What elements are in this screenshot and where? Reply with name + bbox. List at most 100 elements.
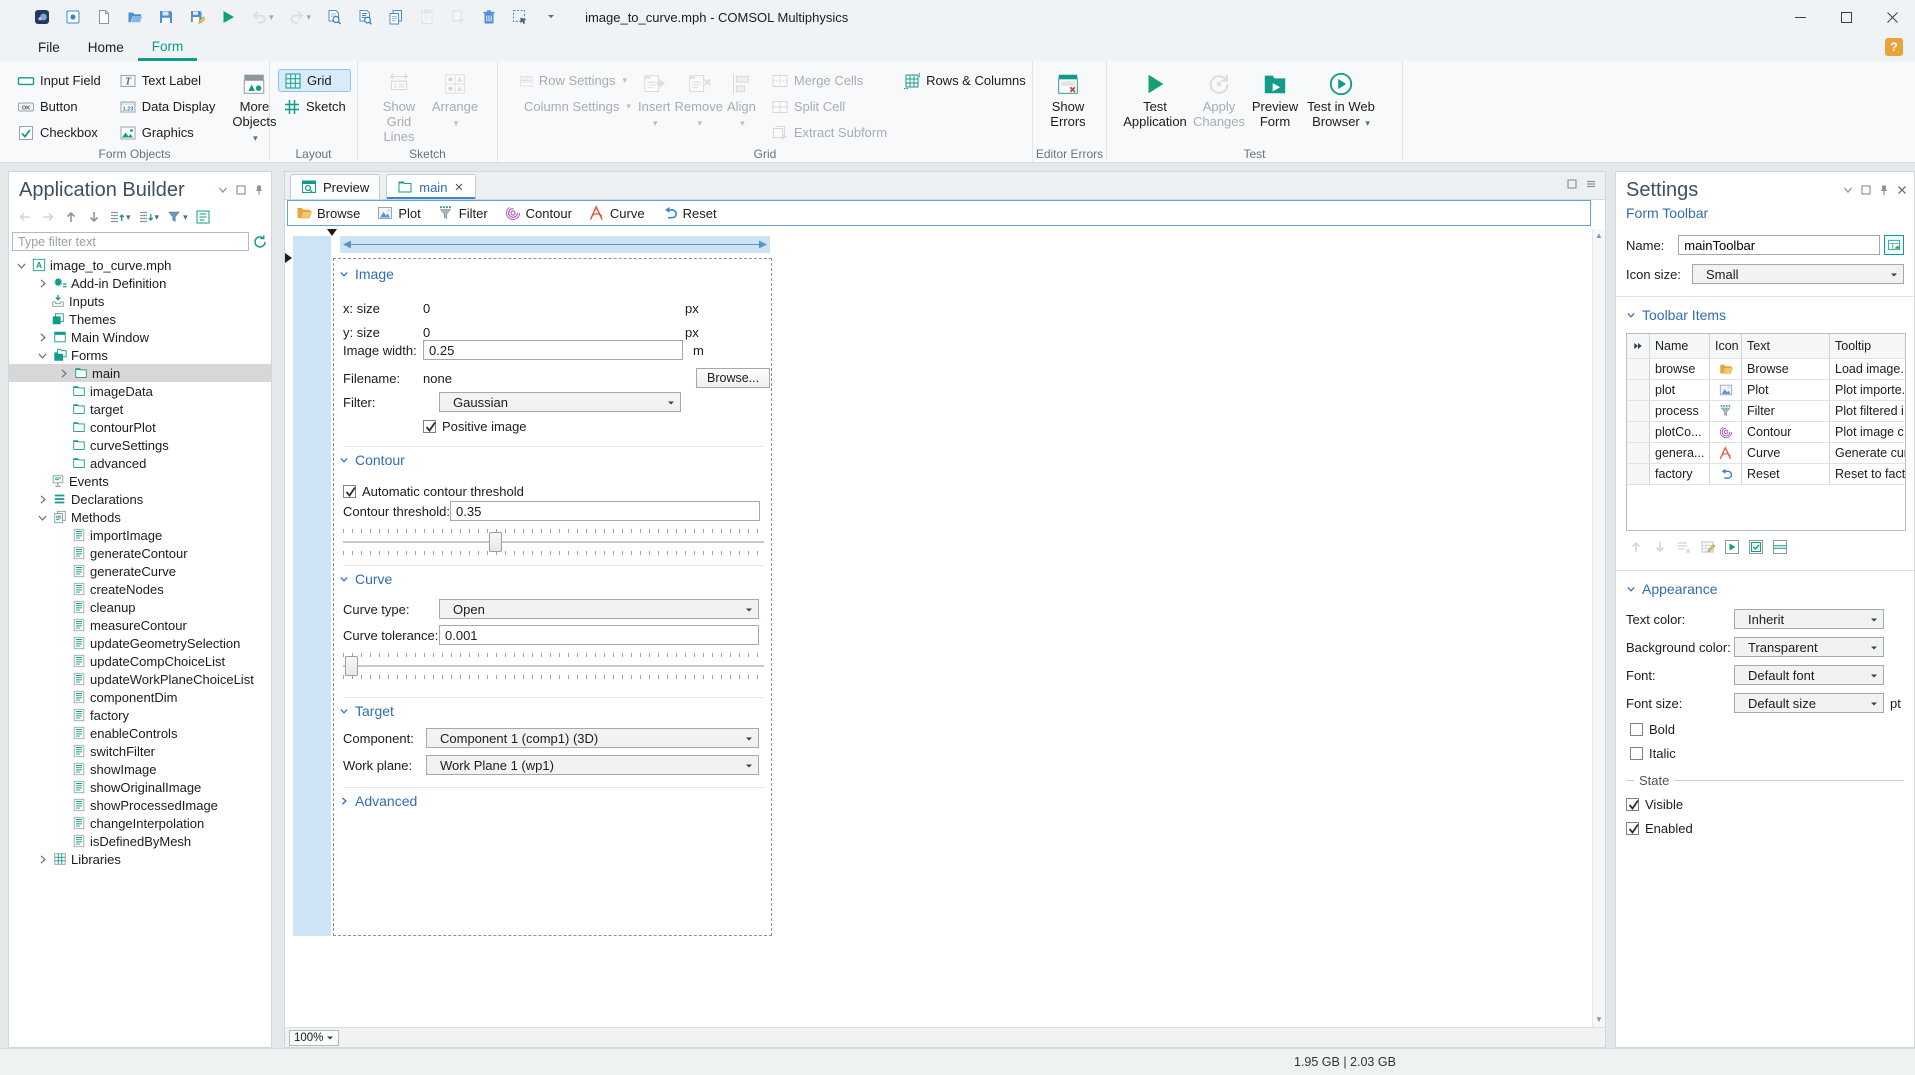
visible-checkbox[interactable] (1626, 798, 1639, 811)
toolbar-item-row-curve[interactable]: genera... CurveGenerate cur... (1627, 442, 1905, 463)
collapse-icon[interactable] (36, 511, 49, 524)
form-toolbar-browse-button[interactable]: Browse (296, 205, 360, 221)
item-text-cell[interactable]: Contour (1741, 422, 1829, 442)
expand-tree-button[interactable]: ▾ (109, 209, 131, 225)
tab-home[interactable]: Home (74, 34, 138, 61)
editor-maximize-icon[interactable] (1566, 178, 1578, 190)
align-button[interactable]: Align ▾ (727, 68, 756, 131)
grid-margin-column[interactable] (293, 236, 331, 936)
zoom-control[interactable]: 100% (289, 1030, 339, 1046)
italic-checkbox[interactable] (1630, 747, 1643, 760)
qat-redo-button[interactable]: ▾ (289, 9, 311, 25)
text-color-dropdown[interactable]: Inherit (1734, 609, 1884, 629)
browse-file-button[interactable]: Browse... (696, 368, 771, 388)
tree-item-Methods[interactable]: Methods (9, 508, 271, 526)
tree-item-main[interactable]: main (9, 364, 271, 382)
item-tooltip-cell[interactable]: Plot importe... (1829, 380, 1905, 400)
qat-copy-button[interactable] (388, 9, 404, 25)
column-header-text[interactable]: Text (1741, 334, 1829, 358)
tree-item-curveSettings[interactable]: curveSettings (9, 436, 271, 454)
qat-model-manager-button[interactable] (65, 9, 81, 25)
section-image-header[interactable]: Image (339, 266, 394, 282)
panel-float-icon[interactable] (1860, 184, 1872, 196)
image-width-input[interactable] (423, 340, 683, 360)
arrow-right-button[interactable] (40, 209, 56, 225)
tree-item-componentDim[interactable]: componentDim (9, 688, 271, 706)
scroll-down-icon[interactable]: ▼ (1595, 1016, 1603, 1024)
extract-subform-button[interactable]: Extract Subform (766, 121, 892, 144)
scroll-up-icon[interactable]: ▲ (1595, 232, 1603, 240)
filter-sm-button[interactable]: ▾ (166, 209, 188, 225)
item-tooltip-cell[interactable]: Generate cur... (1829, 443, 1905, 463)
tree-filter-input[interactable] (12, 232, 249, 251)
panel-float-icon[interactable] (235, 184, 247, 196)
form-toolbar-plot-button[interactable]: Plot (377, 205, 421, 221)
panel-menu-icon[interactable] (217, 184, 229, 196)
insert-button[interactable]: Insert ▾ (638, 68, 671, 131)
item-name-cell[interactable]: plot (1649, 380, 1709, 400)
tree-item-updateWorkPlaneChoiceList[interactable]: updateWorkPlaneChoiceList (9, 670, 271, 688)
panel-pin-icon[interactable] (1878, 184, 1890, 196)
toolbar-item-row-plot[interactable]: plot Plot Plot importe... (1627, 379, 1905, 400)
item-text-cell[interactable]: Plot (1741, 380, 1829, 400)
tree-item-imageData[interactable]: imageData (9, 382, 271, 400)
close-button[interactable] (1869, 0, 1915, 34)
tree-item-changeInterpolation[interactable]: changeInterpolation (9, 814, 271, 832)
font-dropdown[interactable]: Default font (1734, 665, 1884, 685)
tree-item-target[interactable]: target (9, 400, 271, 418)
section-advanced-header[interactable]: Advanced (339, 793, 417, 809)
item-name-cell[interactable]: process (1649, 401, 1709, 421)
grid-margin-row[interactable] (340, 236, 770, 253)
item-text-cell[interactable]: Filter (1741, 401, 1829, 421)
component-dropdown[interactable]: Component 1 (comp1) (3D) (426, 728, 759, 748)
tree-item-generateCurve[interactable]: generateCurve (9, 562, 271, 580)
qat-undo-button[interactable]: ▾ (251, 9, 274, 25)
form-design-area[interactable]: Image x: size 0 px y: size 0 px Image wi… (333, 258, 772, 936)
contour-threshold-slider[interactable] (343, 527, 764, 561)
work-plane-dropdown[interactable]: Work Plane 1 (wp1) (426, 755, 759, 775)
tree-item-advanced[interactable]: advanced (9, 454, 271, 472)
tab-form[interactable]: Form (137, 34, 198, 61)
button-button[interactable]: OK Button (12, 95, 106, 118)
move-down-button[interactable] (1652, 539, 1668, 558)
data-display-button[interactable]: 1.23 Data Display (114, 95, 221, 118)
qat-delete-button[interactable] (481, 9, 497, 25)
go-to-source-button[interactable] (1884, 235, 1904, 255)
maximize-button[interactable] (1823, 0, 1869, 34)
curve-type-dropdown[interactable]: Open (439, 599, 759, 619)
section-curve-header[interactable]: Curve (339, 571, 392, 587)
tree-item-showOriginalImage[interactable]: showOriginalImage (9, 778, 271, 796)
font-size-dropdown[interactable]: Default size (1734, 693, 1884, 713)
input-field-button[interactable]: Input Field (12, 69, 106, 92)
expand-icon[interactable] (36, 277, 49, 290)
show-errors-button[interactable]: Show Errors (1041, 68, 1095, 129)
item-name-cell[interactable]: browse (1649, 359, 1709, 379)
expand-icon[interactable] (57, 367, 70, 380)
panel-menu-icon[interactable] (1842, 184, 1854, 196)
collapse-icon[interactable] (36, 349, 49, 362)
background-color-dropdown[interactable]: Transparent (1734, 637, 1884, 657)
panel-close-icon[interactable] (1896, 184, 1908, 196)
expand-icon[interactable] (36, 331, 49, 344)
qat-save-as-button[interactable] (189, 9, 205, 25)
curve-tolerance-slider[interactable] (343, 651, 764, 685)
tree-item-showProcessedImage[interactable]: showProcessedImage (9, 796, 271, 814)
tree-item-updateGeometrySelection[interactable]: updateGeometrySelection (9, 634, 271, 652)
editor-menu-icon[interactable] (1585, 178, 1597, 190)
collapse-tree-button[interactable]: ▾ (138, 209, 159, 225)
expand-icon[interactable] (36, 853, 49, 866)
qat-save-button[interactable] (158, 9, 174, 25)
enabled-checkbox[interactable] (1626, 822, 1639, 835)
tab-preview[interactable]: Preview (290, 174, 381, 199)
remove-button[interactable]: Remove ▾ (675, 68, 723, 131)
rows-columns-button[interactable]: Rows & Columns (898, 69, 1031, 92)
qat-preview-page-button[interactable] (326, 9, 342, 25)
arrow-down-button[interactable] (86, 209, 102, 225)
section-contour-header[interactable]: Contour (339, 452, 405, 468)
qat-run-button[interactable] (220, 9, 236, 25)
apply-changes-button[interactable]: Apply Changes (1191, 68, 1247, 129)
tree-item-updateCompChoiceList[interactable]: updateCompChoiceList (9, 652, 271, 670)
tree-item-Forms[interactable]: Forms (9, 346, 271, 364)
section-target-header[interactable]: Target (339, 703, 394, 719)
expand-icon[interactable] (36, 493, 49, 506)
